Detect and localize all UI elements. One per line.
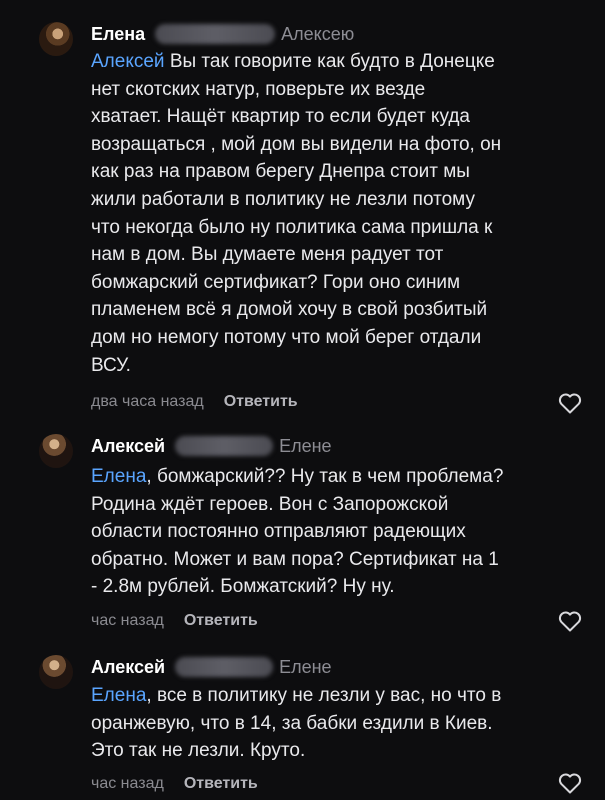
avatar[interactable]	[39, 434, 73, 468]
mention-link[interactable]: Алексей	[91, 51, 165, 72]
comment-body: , бомжарский?? Ну так в чем проблема? Ро…	[91, 466, 504, 598]
redacted-surname	[175, 657, 274, 677]
comment-text: Алексей Вы так говорите как будто в Доне…	[91, 48, 591, 379]
comment-footer: два часа назад Ответить	[91, 391, 298, 413]
avatar[interactable]	[39, 22, 73, 56]
comment-body: , все в политику не лезли у вас, но что …	[91, 685, 502, 762]
heart-icon[interactable]	[558, 610, 582, 632]
reply-to: Елене	[279, 656, 332, 677]
comment-text: Елена, бомжарский?? Ну так в чем проблем…	[91, 463, 591, 601]
mention-link[interactable]: Елена	[91, 466, 146, 487]
reply-to: Алексею	[281, 23, 355, 44]
author-name[interactable]: Елена	[91, 24, 145, 45]
redacted-surname	[175, 436, 274, 456]
author-name[interactable]: Алексей	[91, 436, 165, 457]
comment-footer: час назад Ответить	[91, 773, 258, 795]
mention-link[interactable]: Елена	[91, 685, 146, 706]
reply-button[interactable]: Ответить	[184, 612, 258, 630]
comment-body: Вы так говорите как будто в Донецке нет …	[91, 51, 502, 376]
timestamp: час назад	[91, 612, 164, 629]
reply-button[interactable]: Ответить	[224, 393, 298, 411]
comment-header: Елена Алексею	[91, 22, 354, 46]
timestamp: час назад	[91, 775, 164, 792]
comment-header: Алексей Елене	[91, 655, 332, 679]
redacted-surname	[155, 24, 276, 44]
reply-button[interactable]: Ответить	[184, 775, 258, 793]
comment-header: Алексей Елене	[91, 434, 332, 458]
timestamp: два часа назад	[91, 393, 204, 410]
avatar[interactable]	[39, 655, 73, 689]
comment-text: Елена, все в политику не лезли у вас, но…	[91, 682, 591, 765]
comment-footer: час назад Ответить	[91, 610, 258, 632]
author-name[interactable]: Алексей	[91, 657, 165, 678]
heart-icon[interactable]	[558, 392, 582, 414]
heart-icon[interactable]	[558, 772, 582, 794]
reply-to: Елене	[279, 435, 332, 456]
